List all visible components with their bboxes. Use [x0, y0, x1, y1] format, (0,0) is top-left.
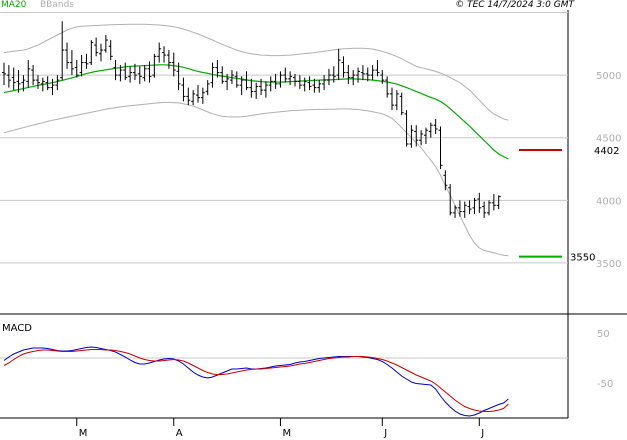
ohlc-bar: [448, 184, 453, 216]
y-tick-label: 4500: [596, 134, 621, 145]
ohlc-bar: [55, 75, 60, 91]
macd-line: [3, 346, 509, 417]
ohlc-bar: [162, 46, 167, 63]
ohlc-bar: [390, 87, 394, 111]
ohlc-bar: [171, 52, 176, 77]
ohlc-bar: [244, 71, 249, 91]
macd-title: MACD: [2, 323, 32, 334]
ohlc-bar: [200, 87, 205, 104]
ohlc-bar: [317, 80, 322, 93]
ohlc-bar: [462, 201, 467, 218]
ohlc-bar: [84, 53, 89, 69]
ohlc-bar: [341, 56, 346, 78]
ohlc-bar: [370, 65, 375, 81]
ohlc-bar: [50, 78, 55, 96]
ohlc-bar: [273, 73, 278, 89]
ohlc-bar: [181, 77, 186, 102]
ohlc-bar: [26, 60, 31, 88]
ma20-line: [3, 64, 509, 160]
ohlc-bar: [482, 201, 487, 218]
ohlc-bar: [69, 50, 74, 76]
x-tick-label: J: [383, 428, 387, 439]
ohlc-bar: [234, 71, 239, 88]
ohlc-bar: [428, 122, 433, 138]
ohlc-bar: [249, 78, 254, 98]
ohlc-bar: [423, 127, 428, 144]
ohlc-bar: [191, 90, 196, 106]
macd-panel: MACD 50 -50: [0, 323, 613, 417]
ohlc-bar: [2, 62, 6, 86]
ohlc-bar: [477, 192, 482, 213]
price-bars: [2, 21, 501, 218]
ohlc-bar: [278, 71, 283, 88]
ohlc-bar: [414, 125, 419, 147]
x-tick-label: M: [282, 428, 291, 439]
ohlc-bar: [113, 60, 118, 81]
ohlc-bar: [79, 55, 84, 77]
ohlc-bar: [11, 67, 16, 91]
ohlc-bar: [346, 65, 351, 84]
ma20-line: [3, 64, 509, 160]
x-tick-label: J: [480, 428, 484, 439]
ohlc-bar: [297, 75, 302, 89]
ohlc-bar: [268, 76, 273, 92]
ohlc-bar: [404, 110, 409, 147]
ohlc-bar: [360, 65, 365, 81]
ohlc-bar: [142, 65, 147, 82]
gridlines: [0, 12, 568, 264]
x-axis: MAMJJ: [76, 418, 484, 439]
ohlc-bar: [385, 76, 390, 98]
ohlc-bar: [263, 81, 268, 98]
ohlc-bar: [433, 118, 438, 134]
ohlc-bar: [147, 61, 152, 83]
ohlc-bar: [487, 200, 491, 216]
ohlc-bar: [99, 43, 103, 62]
ohlc-bar: [491, 194, 496, 211]
bollinger-bands: [3, 23, 509, 257]
ohlc-bar: [128, 66, 133, 83]
ohlc-bar: [186, 87, 191, 106]
stock-chart: 4402 3550 5000 4500 4000 3500 MACD 50 -50 M A M J…: [0, 10, 627, 439]
ohlc-bar: [108, 40, 113, 61]
ohlc-bar: [254, 82, 259, 99]
ohlc-bar: [307, 76, 312, 91]
y-tick-label: 4000: [596, 196, 621, 207]
ohlc-bar: [6, 65, 11, 88]
level-label: 3550: [570, 253, 595, 264]
ohlc-bar: [103, 35, 108, 53]
ohlc-bar: [399, 92, 404, 116]
ohlc-bar: [35, 75, 40, 89]
ohlc-bar: [457, 200, 462, 217]
y-tick-label: 5000: [596, 71, 621, 82]
ohlc-bar: [496, 195, 501, 210]
ohlc-bar: [375, 60, 380, 77]
ohlc-bar: [438, 126, 443, 170]
x-tick-label: A: [176, 428, 183, 439]
macd-tick-label: 50: [597, 329, 610, 340]
ohlc-bar: [302, 77, 307, 92]
ohlc-bar: [288, 71, 293, 86]
ohlc-bar: [467, 200, 472, 215]
y-tick-label: 3500: [596, 259, 621, 270]
chart-frame: [0, 10, 627, 419]
ohlc-bar: [157, 42, 162, 63]
y-axis-ticks: 5000 4500 4000 3500: [596, 71, 621, 270]
signal-line: [3, 349, 509, 412]
macd-tick-label: -50: [597, 379, 613, 390]
ohlc-bar: [205, 80, 210, 96]
x-tick-label: M: [79, 428, 88, 439]
ohlc-bar: [351, 70, 356, 86]
level-label: 4402: [594, 146, 619, 157]
ohlc-bar: [94, 37, 99, 57]
ohlc-bar: [326, 68, 331, 86]
ohlc-bar: [196, 85, 200, 103]
ohlc-bar: [166, 50, 171, 69]
ohlc-bar: [65, 42, 70, 69]
ohlc-bar: [293, 73, 297, 87]
ohlc-bar: [394, 90, 399, 111]
ohlc-bar: [123, 62, 128, 81]
ohlc-bar: [322, 75, 327, 91]
ohlc-bar: [89, 40, 94, 66]
ohlc-bar: [60, 21, 65, 81]
